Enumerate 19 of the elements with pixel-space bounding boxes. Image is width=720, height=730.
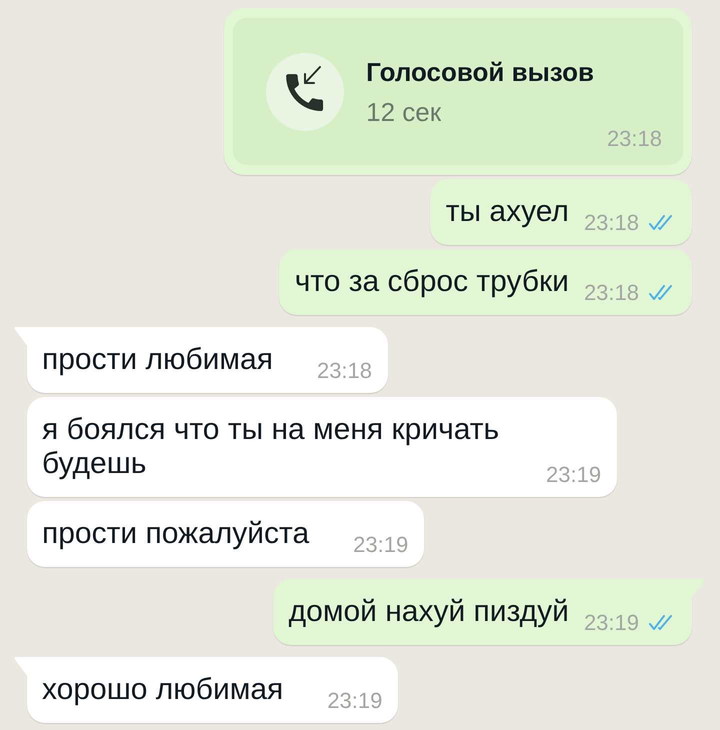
message-text: домой нахуй пиздуй xyxy=(288,595,569,629)
message-text: хорошо любимая xyxy=(42,673,284,707)
message-text: ты ахуел xyxy=(446,195,569,229)
message-text: прости пожалуйста xyxy=(42,517,310,551)
call-title: Голосовой вызов xyxy=(366,56,594,88)
message-time: 23:18 xyxy=(606,127,662,151)
call-duration: 12 сек xyxy=(366,96,442,128)
message-text: я боялся что ты на меня кричать будешь xyxy=(42,413,500,481)
incoming-call-icon xyxy=(266,52,344,130)
message-time: 23:18 xyxy=(316,359,372,383)
message-text: прости любимая xyxy=(42,343,273,377)
call-bubble[interactable]: Голосовой вызов 12 сек 23:18 xyxy=(224,8,692,175)
message-time: 23:19 xyxy=(327,689,382,713)
message-text: что за сброс трубки xyxy=(294,265,569,299)
message-time: 23:19 xyxy=(353,533,408,557)
message-time: 23:19 xyxy=(546,463,602,487)
message-time: 23:19 xyxy=(584,611,639,635)
message-time: 23:18 xyxy=(584,211,639,235)
message-time: 23:18 xyxy=(584,281,639,305)
